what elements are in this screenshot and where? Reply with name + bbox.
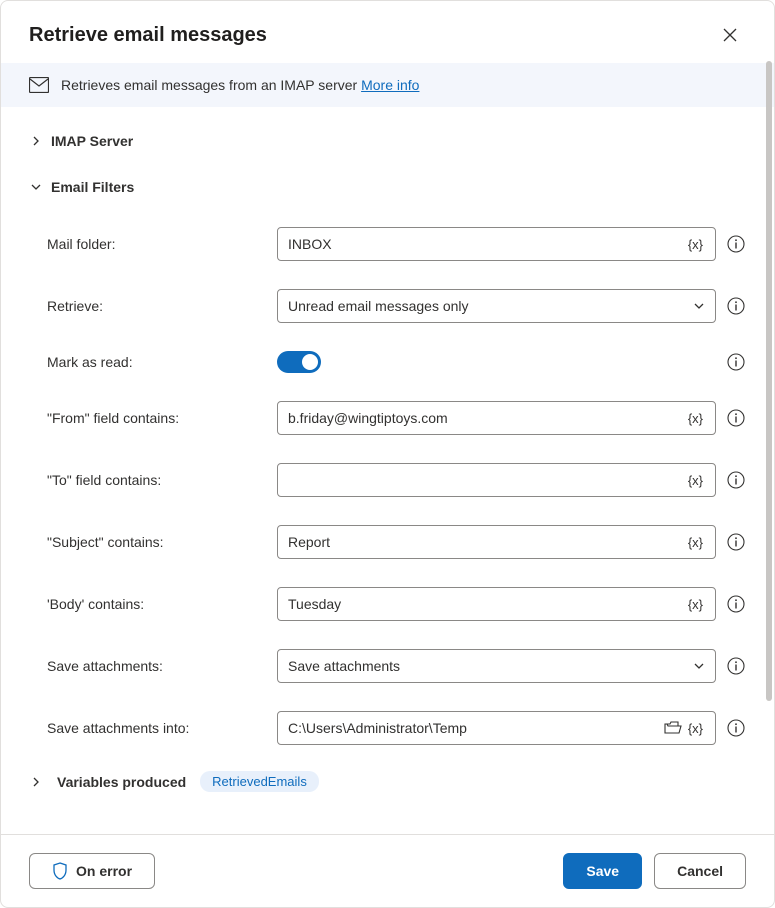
field-subject-contains: "Subject" contains: {x}	[47, 511, 746, 573]
retrieve-select[interactable]: Unread email messages only	[277, 289, 716, 323]
scrollbar[interactable]	[766, 61, 772, 701]
variable-token-icon[interactable]: {x}	[686, 721, 705, 736]
info-icon[interactable]	[726, 594, 746, 614]
button-label: On error	[76, 863, 132, 879]
field-label: "From" field contains:	[47, 410, 265, 426]
chevron-down-icon	[693, 300, 705, 312]
variable-token-icon[interactable]: {x}	[686, 237, 705, 252]
save-into-input[interactable]: {x}	[277, 711, 716, 745]
info-icon[interactable]	[726, 470, 746, 490]
variable-token-icon[interactable]: {x}	[686, 473, 705, 488]
body-text[interactable]	[288, 596, 686, 612]
dialog-retrieve-email: Retrieve email messages Retrieves email …	[0, 0, 775, 908]
select-value: Save attachments	[288, 658, 400, 674]
folder-open-icon	[664, 721, 682, 735]
to-text[interactable]	[288, 472, 686, 488]
variable-chip-retrieved-emails[interactable]: RetrievedEmails	[200, 771, 319, 792]
close-button[interactable]	[714, 19, 746, 51]
field-label: 'Body' contains:	[47, 596, 265, 612]
footer-actions: Save Cancel	[563, 853, 746, 889]
field-label: Retrieve:	[47, 298, 265, 314]
info-icon[interactable]	[726, 532, 746, 552]
section-variables-produced[interactable]: Variables produced RetrievedEmails	[29, 759, 746, 796]
section-imap-server[interactable]: IMAP Server	[29, 125, 746, 157]
field-to-contains: "To" field contains: {x}	[47, 449, 746, 511]
variable-token-icon[interactable]: {x}	[686, 597, 705, 612]
info-icon[interactable]	[726, 656, 746, 676]
mail-folder-input[interactable]: {x}	[277, 227, 716, 261]
section-label: IMAP Server	[51, 133, 133, 149]
chevron-right-icon	[29, 775, 43, 789]
mark-as-read-toggle[interactable]	[277, 351, 321, 373]
field-label: Save attachments:	[47, 658, 265, 674]
dialog-body: IMAP Server Email Filters Mail folder: {…	[1, 107, 774, 834]
field-label: Mail folder:	[47, 236, 265, 252]
field-label: "Subject" contains:	[47, 534, 265, 550]
close-icon	[723, 28, 737, 42]
chevron-down-icon	[693, 660, 705, 672]
cancel-button[interactable]: Cancel	[654, 853, 746, 889]
info-text: Retrieves email messages from an IMAP se…	[61, 77, 419, 93]
field-retrieve: Retrieve: Unread email messages only	[47, 275, 746, 337]
shield-icon	[52, 862, 68, 880]
on-error-button[interactable]: On error	[29, 853, 155, 889]
field-save-attachments-into: Save attachments into: {x}	[47, 697, 746, 759]
field-label: "To" field contains:	[47, 472, 265, 488]
section-email-filters[interactable]: Email Filters	[29, 171, 746, 203]
variable-token-icon[interactable]: {x}	[686, 535, 705, 550]
section-label: Email Filters	[51, 179, 134, 195]
dialog-header: Retrieve email messages	[1, 1, 774, 63]
button-label: Save	[586, 863, 619, 879]
save-into-text[interactable]	[288, 720, 660, 736]
dialog-title: Retrieve email messages	[29, 24, 267, 47]
email-filters-fields: Mail folder: {x} Retrieve: Unread email …	[29, 203, 746, 759]
field-label: Save attachments into:	[47, 720, 265, 736]
dialog-footer: On error Save Cancel	[1, 834, 774, 907]
body-input[interactable]: {x}	[277, 587, 716, 621]
field-mark-as-read: Mark as read:	[47, 337, 746, 387]
mail-folder-text[interactable]	[288, 236, 686, 252]
field-body-contains: 'Body' contains: {x}	[47, 573, 746, 635]
info-icon[interactable]	[726, 296, 746, 316]
info-icon[interactable]	[726, 718, 746, 738]
field-from-contains: "From" field contains: {x}	[47, 387, 746, 449]
info-strip: Retrieves email messages from an IMAP se…	[1, 63, 774, 107]
toggle-knob	[302, 354, 318, 370]
subject-input[interactable]: {x}	[277, 525, 716, 559]
field-label: Mark as read:	[47, 354, 265, 370]
section-label: Variables produced	[57, 774, 186, 790]
chevron-down-icon	[29, 180, 43, 194]
button-label: Cancel	[677, 863, 723, 879]
info-icon[interactable]	[726, 234, 746, 254]
field-save-attachments: Save attachments: Save attachments	[47, 635, 746, 697]
field-mail-folder: Mail folder: {x}	[47, 213, 746, 275]
info-icon[interactable]	[726, 408, 746, 428]
subject-text[interactable]	[288, 534, 686, 550]
browse-folder-button[interactable]	[660, 721, 686, 735]
save-attachments-select[interactable]: Save attachments	[277, 649, 716, 683]
from-input[interactable]: {x}	[277, 401, 716, 435]
to-input[interactable]: {x}	[277, 463, 716, 497]
variable-token-icon[interactable]: {x}	[686, 411, 705, 426]
select-value: Unread email messages only	[288, 298, 469, 314]
from-text[interactable]	[288, 410, 686, 426]
mail-icon	[29, 77, 49, 93]
chevron-right-icon	[29, 134, 43, 148]
info-icon[interactable]	[726, 352, 746, 372]
save-button[interactable]: Save	[563, 853, 642, 889]
more-info-link[interactable]: More info	[361, 77, 419, 93]
